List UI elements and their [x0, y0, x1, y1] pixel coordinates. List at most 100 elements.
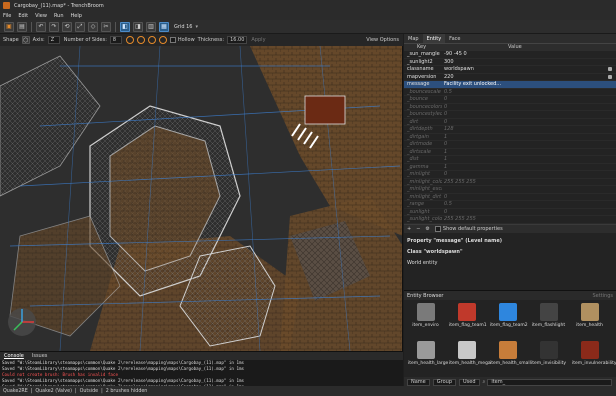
property-row[interactable]: _range 0.5 [404, 201, 616, 209]
property-value[interactable]: 0 [442, 119, 616, 125]
sort-select[interactable]: Name [407, 378, 430, 386]
rotate-icon[interactable]: ⟲ [62, 21, 72, 32]
property-value[interactable]: 0.5 [442, 201, 616, 207]
property-row[interactable]: _bouncecolorscale0 [404, 104, 616, 111]
undo-icon[interactable]: ↶ [36, 21, 46, 32]
grid-icon[interactable]: ▦ [159, 21, 169, 32]
group-toggle[interactable]: Group [432, 378, 456, 386]
entity-item[interactable]: item_enviro [408, 303, 443, 328]
property-row[interactable]: _minlight_dirt 0 [404, 194, 616, 201]
radius-mode-icon[interactable] [147, 36, 156, 44]
scale-icon[interactable]: ⤢ [75, 21, 85, 32]
property-value[interactable]: worldspawn [442, 66, 608, 72]
property-row[interactable]: _dirt 0 [404, 119, 616, 126]
entity-item[interactable]: item_flag_team2 [490, 303, 528, 328]
property-row[interactable]: message Facility exit unlocked... [404, 81, 616, 89]
menu-edit[interactable]: Edit [18, 13, 28, 19]
property-value[interactable]: 0 [442, 194, 616, 200]
tab-face[interactable]: Face [445, 34, 464, 43]
new-icon[interactable]: ▣ [4, 21, 14, 32]
entity-item[interactable]: item_health_mega [449, 341, 491, 366]
property-row[interactable]: _bouncescale 0.5 [404, 89, 616, 96]
property-row[interactable]: _minlight_exclude [404, 186, 616, 194]
axis-select[interactable]: Z [47, 36, 60, 44]
property-row[interactable]: _dirtmode 0 [404, 141, 616, 149]
property-row[interactable]: _minlight_color 255 255 255 [404, 179, 616, 186]
entity-item[interactable]: item_health_large [408, 341, 448, 366]
property-value[interactable]: 128 [442, 126, 616, 132]
hollow-checkbox[interactable] [169, 37, 176, 43]
tab-console[interactable]: Console [0, 352, 28, 360]
property-row[interactable]: _dirtdepth 128 [404, 126, 616, 134]
property-value[interactable]: 0.5 [442, 89, 616, 95]
property-row[interactable]: _dirtgain 1 [404, 134, 616, 141]
clip-icon[interactable]: ✂ [101, 21, 111, 32]
view-options-button[interactable]: View Options [366, 37, 399, 43]
chevron-down-icon[interactable]: ▾ [195, 24, 198, 30]
property-value[interactable]: 0 [442, 141, 616, 147]
menu-help[interactable]: Help [71, 13, 82, 19]
property-value[interactable]: 1 [442, 164, 616, 170]
tab-issues[interactable]: Issues [28, 352, 52, 360]
uv-lock-icon[interactable]: ▥ [146, 21, 156, 32]
remove-icon[interactable]: − [416, 226, 420, 232]
grid-size-select[interactable]: Grid 16 [174, 24, 192, 30]
radius-vertex-icon[interactable] [136, 36, 145, 44]
property-value[interactable]: 0 [442, 96, 616, 102]
open-icon[interactable]: ▤ [17, 21, 27, 32]
apply-button[interactable]: Apply [251, 37, 265, 43]
radius-edge-icon[interactable] [125, 36, 134, 44]
property-row[interactable]: _sun_mangle -90 -45 0 [404, 51, 616, 59]
radius-scale-icon[interactable] [158, 36, 167, 44]
sides-input[interactable]: 8 [109, 36, 122, 44]
property-value[interactable]: 300 [442, 59, 616, 65]
menu-view[interactable]: View [35, 13, 47, 19]
entity-search-input[interactable]: item_ [487, 378, 612, 386]
property-row[interactable]: _bounce 0 [404, 96, 616, 104]
property-row[interactable]: _sunlight_color 255 255 255 [404, 216, 616, 224]
property-value[interactable]: -90 -45 0 [442, 51, 616, 57]
property-value[interactable]: 255 255 255 [442, 179, 616, 185]
shape-cylinder-icon[interactable]: ⬡ [21, 36, 30, 44]
property-value[interactable]: 255 255 255 [442, 216, 616, 222]
tab-entity[interactable]: Entity [422, 34, 446, 43]
add-icon[interactable]: + [407, 226, 411, 232]
property-row[interactable]: _sunlight 0 [404, 209, 616, 216]
property-row[interactable]: _sunlight2 300 [404, 59, 616, 66]
entity-item[interactable]: item_health_small [490, 341, 531, 366]
property-row[interactable]: _dist 1 [404, 156, 616, 164]
show-default-checkbox[interactable] [434, 225, 441, 232]
property-row[interactable]: _gamma 1 [404, 164, 616, 171]
property-row[interactable]: classname worldspawn [404, 66, 616, 74]
property-value[interactable]: 1 [442, 134, 616, 140]
property-row[interactable]: _minlight 0 [404, 171, 616, 179]
property-value[interactable]: 0 [442, 209, 616, 215]
thickness-input[interactable]: 16.00 [227, 36, 248, 44]
used-toggle[interactable]: Used [459, 378, 480, 386]
entity-item[interactable]: item_health [572, 303, 607, 328]
property-value[interactable]: 220 [442, 74, 608, 80]
viewport-3d[interactable] [0, 46, 403, 351]
entity-browser-settings[interactable]: Settings [592, 293, 613, 299]
entity-item[interactable]: item_flashlight [531, 303, 566, 328]
brush-tool-icon[interactable]: ◧ [120, 21, 130, 32]
shear-icon[interactable]: ◇ [88, 21, 98, 32]
texture-lock-icon[interactable]: ◨ [133, 21, 143, 32]
menu-run[interactable]: Run [54, 13, 64, 19]
tab-map[interactable]: Map [404, 34, 423, 43]
entity-item[interactable]: item_invulnerability [572, 341, 616, 366]
redo-icon[interactable]: ↷ [49, 21, 59, 32]
settings-icon[interactable]: ⚙ [425, 226, 429, 232]
property-value[interactable]: Facility exit unlocked... [442, 81, 616, 87]
entity-item[interactable]: item_invisibility [531, 341, 566, 366]
menu-file[interactable]: File [3, 13, 11, 19]
property-value[interactable]: 1 [442, 149, 616, 155]
entity-item[interactable]: item_flag_team1 [449, 303, 487, 328]
property-row[interactable]: _dirtscale 1 [404, 149, 616, 156]
property-value[interactable]: 1 [442, 156, 616, 162]
property-row[interactable]: _bouncestyled 0 [404, 111, 616, 119]
property-row[interactable]: mapversion 220 [404, 74, 616, 81]
property-value[interactable]: 0 [442, 104, 616, 110]
property-value[interactable]: 0 [442, 111, 616, 117]
property-value[interactable]: 0 [442, 171, 616, 177]
